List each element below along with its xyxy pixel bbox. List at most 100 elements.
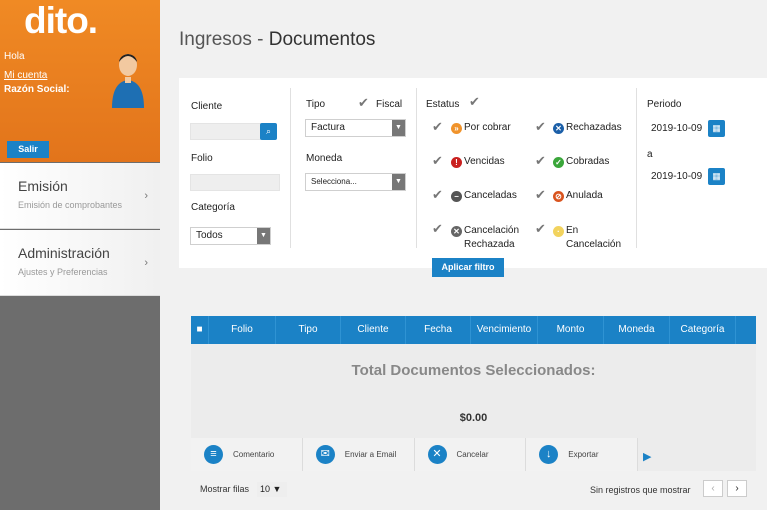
- prev-page-button[interactable]: ‹: [703, 480, 723, 497]
- status-canceladas: − Canceladas: [451, 190, 517, 202]
- sidebar-item-label: Emisión: [18, 178, 68, 194]
- rechazadas-checkbox[interactable]: ✔: [535, 119, 546, 135]
- calendar-icon[interactable]: ▦: [708, 120, 725, 137]
- show-rows-label: Mostrar filas: [200, 484, 250, 494]
- comment-button[interactable]: ≡ Comentario: [191, 438, 303, 471]
- a-label: a: [647, 149, 653, 160]
- search-icon[interactable]: ⌕: [260, 123, 277, 140]
- minus-circle-icon: −: [451, 191, 462, 202]
- download-icon: ↓: [539, 445, 559, 464]
- cliente-label: Cliente: [191, 101, 223, 112]
- email-button[interactable]: ✉ Enviar a Email: [302, 438, 415, 471]
- estatus-label: Estatus: [426, 99, 460, 110]
- status-por-cobrar: » Por cobrar: [451, 122, 511, 134]
- x-circle-icon: ✕: [451, 226, 462, 237]
- chevron-right-icon: ›: [144, 257, 148, 269]
- cancel-button[interactable]: ✕ Cancelar: [414, 438, 527, 471]
- col-tipo[interactable]: Tipo: [276, 316, 341, 344]
- total-amount: $0.00: [459, 412, 488, 424]
- categoria-select[interactable]: Todos ▼: [190, 227, 271, 245]
- cancelacion-rechazada-checkbox[interactable]: ✔: [432, 221, 443, 237]
- account-link[interactable]: Mi cuenta: [4, 70, 47, 81]
- date-to-input[interactable]: 2019-10-09: [647, 168, 707, 186]
- moneda-select[interactable]: Selecciona... ▼: [305, 173, 406, 191]
- anulada-checkbox[interactable]: ✔: [535, 187, 546, 203]
- calendar-icon[interactable]: ▦: [708, 168, 725, 185]
- col-fecha[interactable]: Fecha: [406, 316, 471, 344]
- total-label: Total Documentos Seleccionados:: [351, 362, 596, 379]
- no-records-text: Sin registros que mostrar: [590, 485, 691, 495]
- folio-input[interactable]: [190, 174, 280, 191]
- divider: [636, 88, 637, 248]
- status-rechazadas: ✕ Rechazadas: [553, 122, 622, 134]
- play-icon[interactable]: ▶: [643, 450, 651, 463]
- col-cliente[interactable]: Cliente: [341, 316, 406, 344]
- date-from-input[interactable]: 2019-10-09: [647, 120, 707, 138]
- por-cobrar-checkbox[interactable]: ✔: [432, 119, 443, 135]
- fiscal-label: Fiscal: [376, 99, 403, 110]
- status-cobradas: ✓ Cobradas: [553, 156, 609, 168]
- next-page-button[interactable]: ›: [727, 480, 747, 497]
- chevron-right-icon: ›: [144, 190, 148, 202]
- col-moneda[interactable]: Moneda: [604, 316, 670, 344]
- col-extra: [736, 316, 756, 344]
- chevron-down-icon: ▼: [257, 228, 270, 244]
- envelope-icon: ✉: [315, 445, 335, 464]
- col-vencimiento[interactable]: Vencimiento: [471, 316, 538, 344]
- sidebar-item-subtitle: Emisión de comprobantes: [18, 200, 123, 210]
- col-monto[interactable]: Monto: [538, 316, 604, 344]
- clock-icon: »: [451, 123, 462, 134]
- sidebar-item-label: Administración: [18, 245, 110, 261]
- cobradas-checkbox[interactable]: ✔: [535, 153, 546, 169]
- tipo-select[interactable]: Factura ▼: [305, 119, 406, 137]
- cliente-input[interactable]: [190, 123, 261, 140]
- status-anulada: ⊘ Anulada: [553, 190, 603, 202]
- sidebar-item-subtitle: Ajustes y Preferencias: [18, 267, 108, 277]
- alert-icon: !: [451, 157, 462, 168]
- chevron-down-icon: ▼: [392, 174, 405, 190]
- sidebar: dito. Hola Mi cuenta Razón Social: Salir…: [0, 0, 160, 510]
- divider: [416, 88, 417, 248]
- documents-table: ■ Folio Tipo Cliente Fecha Vencimiento M…: [191, 316, 756, 471]
- comment-icon: ≡: [204, 445, 223, 464]
- table-header: ■ Folio Tipo Cliente Fecha Vencimiento M…: [191, 316, 756, 344]
- main-content: Ingresos - Documentos Cliente ⌕ Folio Ca…: [160, 0, 767, 510]
- greeting: Hola: [4, 51, 25, 62]
- clock-icon: ·: [553, 226, 564, 237]
- brand-panel: dito. Hola Mi cuenta Razón Social: Salir: [0, 0, 160, 162]
- sidebar-item-emision[interactable]: Emisión Emisión de comprobantes ›: [0, 163, 160, 229]
- col-categoria[interactable]: Categoría: [670, 316, 736, 344]
- estatus-checkbox[interactable]: ✔: [469, 94, 480, 110]
- sidebar-item-administracion[interactable]: Administración Ajustes y Preferencias ›: [0, 230, 160, 296]
- fiscal-checkbox[interactable]: ✔: [358, 95, 369, 111]
- categoria-label: Categoría: [191, 202, 235, 213]
- vencidas-checkbox[interactable]: ✔: [432, 153, 443, 169]
- ban-icon: ⊘: [553, 191, 564, 202]
- filter-panel: Cliente ⌕ Folio Categoría Todos ▼ Tipo ✔ …: [179, 78, 767, 268]
- check-circle-icon: ✓: [553, 157, 564, 168]
- select-all-checkbox[interactable]: ■: [191, 316, 209, 344]
- en-cancelacion-checkbox[interactable]: ✔: [535, 221, 546, 237]
- chevron-down-icon: ▼: [392, 120, 405, 136]
- avatar: [112, 54, 144, 108]
- divider: [290, 88, 291, 248]
- razon-social-label: Razón Social:: [4, 84, 70, 95]
- periodo-label: Periodo: [647, 99, 682, 110]
- page-title: Ingresos - Documentos: [179, 29, 376, 50]
- tipo-label: Tipo: [306, 99, 326, 110]
- logout-button[interactable]: Salir: [7, 141, 49, 158]
- export-button[interactable]: ↓ Exportar: [526, 438, 638, 471]
- folio-label: Folio: [191, 153, 213, 164]
- rows-select[interactable]: 10 ▼: [257, 482, 287, 497]
- close-icon: ✕: [427, 445, 447, 464]
- status-en-cancelacion: · En Cancelación: [553, 224, 621, 252]
- moneda-label: Moneda: [306, 153, 343, 164]
- status-vencidas: ! Vencidas: [451, 156, 505, 168]
- apply-filter-button[interactable]: Aplicar filtro: [432, 258, 504, 277]
- canceladas-checkbox[interactable]: ✔: [432, 187, 443, 203]
- action-bar: ≡ Comentario ✉ Enviar a Email ✕ Cancelar ↓ E…: [191, 438, 638, 471]
- col-folio[interactable]: Folio: [209, 316, 276, 344]
- logo: dito.: [24, 0, 98, 41]
- x-circle-icon: ✕: [553, 123, 564, 134]
- status-cancelacion-rechazada: ✕ Cancelación Rechazada: [451, 224, 519, 252]
